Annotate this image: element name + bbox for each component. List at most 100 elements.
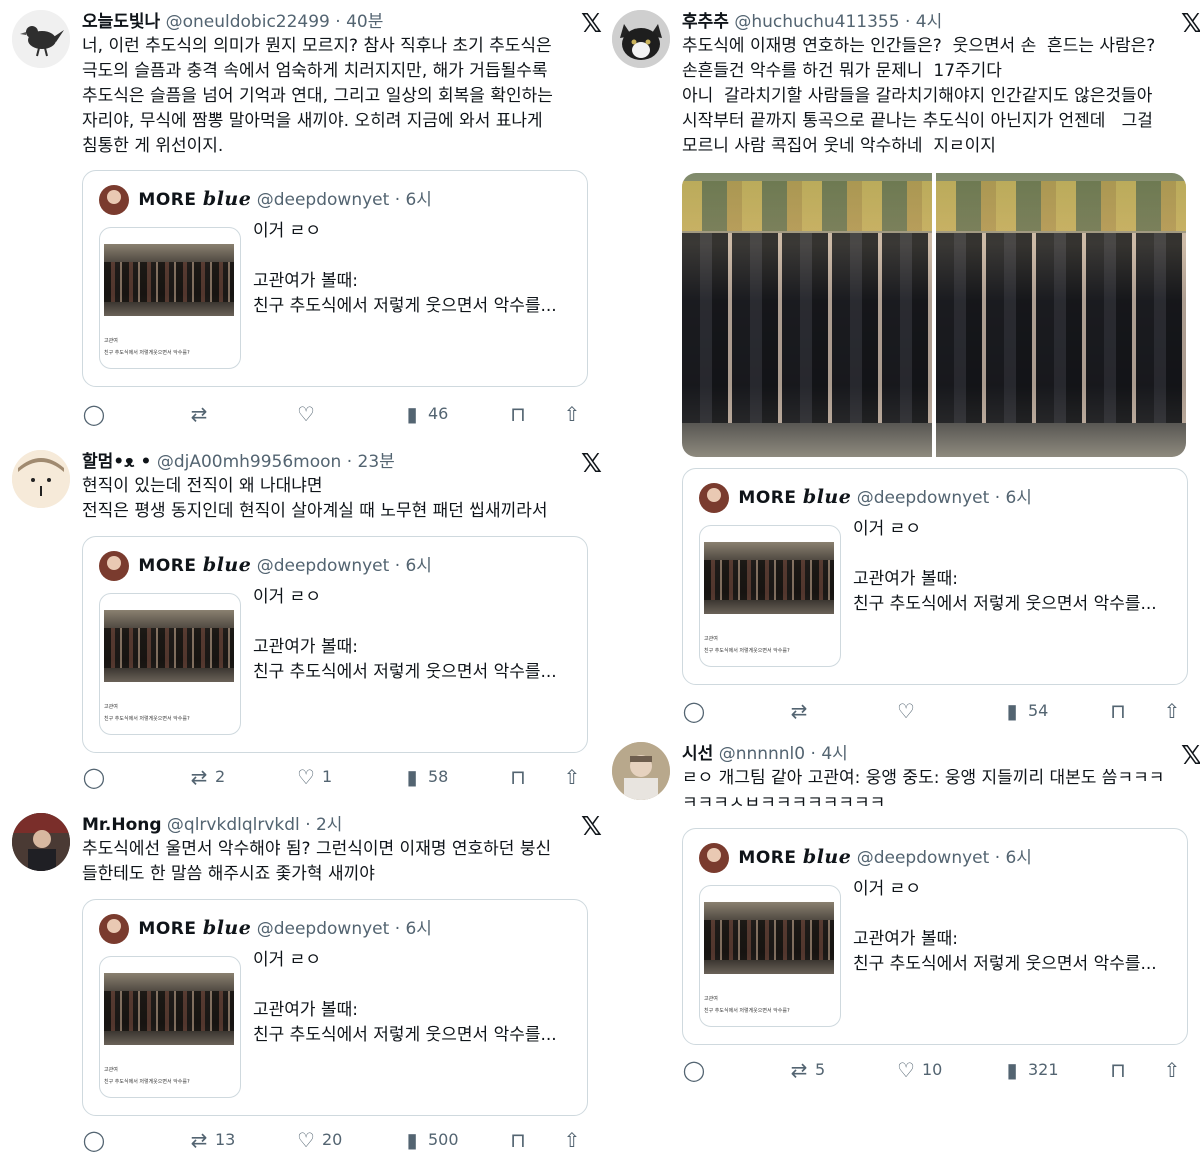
avatar [699,843,729,873]
views-button[interactable]: ▮ 321 [1000,1055,1058,1083]
handle[interactable]: @oneuldobic22499 [166,12,330,32]
tweet-header: 후추추 @huchuchu411355 · 4시 [682,10,1162,34]
retweet-button[interactable]: ⇄ [787,696,815,724]
like-button[interactable]: ♡ 10 [894,1055,942,1083]
display-name[interactable]: 할멈• [82,452,124,472]
like-count: 10 [922,1059,943,1079]
like-button[interactable]: ♡ 1 [294,762,332,790]
reply-button[interactable]: ◯ [82,399,110,427]
bookmark-icon: ⊓ [1110,698,1126,723]
bookmark-button[interactable]: ⊓ [1106,696,1130,724]
like-button[interactable]: ♡ [294,399,322,427]
avatar[interactable] [612,742,670,800]
quote-thumbnail[interactable]: 고관여 친구 추도식에서 저렇게웃으면서 악수를? [99,227,241,369]
timestamp[interactable]: · 40분 [335,12,383,32]
tweet[interactable]: Mr.Hong @qlrvkdlqlrvkdl · 2시 𝕏 추도식에선 울면서… [12,813,602,1158]
retweet-button[interactable]: ⇄ [187,399,215,427]
quote-tweet[interactable]: MORE blue @deepdownyet · 6시 고관여 친구 추도식에서… [82,170,588,387]
tweet[interactable]: 할멈•ᴥ • @djA00mh9956moon · 23분 𝕏 현직이 있는데 … [12,450,602,795]
display-name[interactable]: 후추추 [682,12,729,32]
bar-chart-icon: ▮ [1006,698,1018,723]
thumbnail-caption: 친구 추도식에서 저렇게웃으면서 악수를? [104,1079,190,1085]
reply-icon: ◯ [682,1057,706,1082]
avatar [699,483,729,513]
reply-button[interactable]: ◯ [82,762,110,790]
quote-tweet[interactable]: MORE blue @deepdownyet · 6시 고관여 친구 추도식에서… [82,899,588,1116]
tweet[interactable]: 후추추 @huchuchu411355 · 4시 𝕏 추도식에 이재명 연호하는… [612,10,1200,730]
avatar[interactable] [12,10,70,68]
thumbnail-caption: 고관여 [104,338,118,344]
retweet-button[interactable]: ⇄ 13 [187,1125,236,1153]
quote-header: MORE blue @deepdownyet · 6시 [99,551,432,581]
thumbnail-caption: 친구 추도식에서 저렇게웃으면서 악수를? [704,648,790,654]
quote-timestamp: · 6시 [994,488,1032,508]
media-photo[interactable] [682,173,932,457]
avatar[interactable] [612,10,670,68]
bookmark-button[interactable]: ⊓ [1106,1055,1130,1083]
handle[interactable]: @djA00mh9956moon [157,452,342,472]
quote-tweet[interactable]: MORE blue @deepdownyet · 6시 고관여 친구 추도식에서… [682,828,1188,1045]
handle[interactable]: @nnnnnl0 [719,744,805,764]
tweet-text: 현직이 있는데 전직이 왜 나대냐면 전직은 평생 동지인데 현직이 살아계실 … [82,476,548,521]
handle[interactable]: @qlrvkdlqlrvkdl [167,815,300,835]
quote-thumbnail[interactable]: 고관여 친구 추도식에서 저렇게웃으면서 악수를? [699,885,841,1027]
share-button[interactable]: ⇧ [1160,696,1184,724]
display-name[interactable]: 시선 [682,744,713,764]
timestamp[interactable]: · 4시 [811,744,848,764]
bookmark-icon: ⊓ [510,401,526,426]
quote-text: 이거 ㄹㅇ 고관여가 볼때: 친구 추도식에서 저렇게 웃으면서 악수를... [853,879,1157,974]
bookmark-button[interactable]: ⊓ [506,399,530,427]
views-button[interactable]: ▮ 58 [400,762,448,790]
bookmark-button[interactable]: ⊓ [506,1125,530,1153]
like-button[interactable]: ♡ 20 [294,1125,342,1153]
thumbnail-caption: 고관여 [104,704,118,710]
share-button[interactable]: ⇧ [560,1125,584,1153]
avatar[interactable] [12,450,70,508]
views-button[interactable]: ▮ 500 [400,1125,458,1153]
display-name[interactable]: Mr.Hong [82,815,162,835]
quote-handle: @deepdownyet [856,848,990,868]
share-button[interactable]: ⇧ [1160,1055,1184,1083]
timestamp[interactable]: · 2시 [305,815,342,835]
retweet-count: 13 [215,1129,236,1149]
share-button[interactable]: ⇧ [560,399,584,427]
media-photo[interactable] [936,173,1186,457]
quote-tweet[interactable]: MORE blue @deepdownyet · 6시 고관여 친구 추도식에서… [82,536,588,753]
tweet[interactable]: 시선 @nnnnnl0 · 4시 𝕏 ㄹㅇ 개그팀 같아 고관여: 웅앵 중도:… [612,742,1200,1087]
share-button[interactable]: ⇧ [560,762,584,790]
view-count: 46 [428,403,449,423]
quote-handle: @deepdownyet [256,190,390,210]
views-button[interactable]: ▮ 54 [1000,696,1048,724]
quote-thumbnail[interactable]: 고관여 친구 추도식에서 저렇게웃으면서 악수를? [99,593,241,735]
action-bar: ◯ ⇄ ♡ ▮ 46 ⊓ ⇧ [82,399,588,427]
reply-button[interactable]: ◯ [682,1055,710,1083]
reply-icon: ◯ [82,1127,106,1152]
quote-thumbnail[interactable]: 고관여 친구 추도식에서 저렇게웃으면서 악수를? [99,956,241,1098]
retweet-count: 5 [815,1059,826,1079]
bar-chart-icon: ▮ [406,1127,418,1152]
quote-handle: @deepdownyet [256,556,390,576]
reply-button[interactable]: ◯ [682,696,710,724]
handle[interactable]: @huchuchu411355 [734,12,899,32]
avatar[interactable] [12,813,70,871]
retweet-button[interactable]: ⇄ 5 [787,1055,826,1083]
cartoon-face-icon [12,450,70,508]
quote-thumbnail[interactable]: 고관여 친구 추도식에서 저렇게웃으면서 악수를? [699,525,841,667]
tweet[interactable]: 오늘도빛나 @oneuldobic22499 · 40분 𝕏 너, 이런 추도식… [12,10,602,430]
retweet-button[interactable]: ⇄ 2 [187,762,226,790]
view-count: 58 [428,766,449,786]
reply-button[interactable]: ◯ [82,1125,110,1153]
display-name[interactable]: 오늘도빛나 [82,12,160,32]
bar-chart-icon: ▮ [1006,1057,1018,1082]
media-gallery [682,173,1186,457]
thumbnail-image [104,610,234,682]
quote-handle: @deepdownyet [256,919,390,939]
timestamp[interactable]: · 23분 [347,452,395,472]
timestamp[interactable]: · 4시 [905,12,942,32]
views-button[interactable]: ▮ 46 [400,399,448,427]
bookmark-icon: ⊓ [1110,1057,1126,1082]
cat-photo-icon [612,10,670,68]
bookmark-button[interactable]: ⊓ [506,762,530,790]
like-button[interactable]: ♡ [894,696,922,724]
quote-tweet[interactable]: MORE blue @deepdownyet · 6시 고관여 친구 추도식에서… [682,468,1188,685]
